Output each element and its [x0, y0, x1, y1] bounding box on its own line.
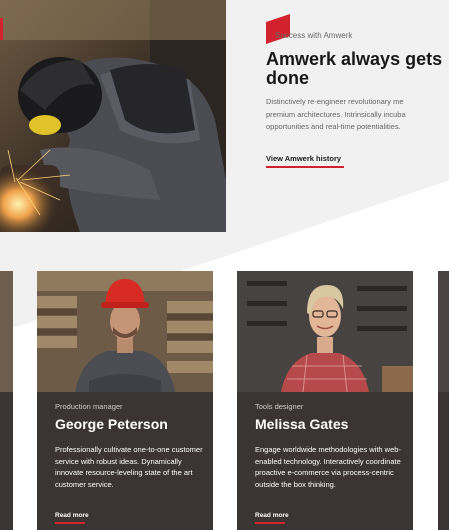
card-description: Engage worldwide methodologies with web-… [255, 445, 401, 490]
hero-body: Distinctively re-engineer revolutionary … [266, 96, 449, 134]
team-card-partial-left [0, 271, 13, 530]
card-name: George Peterson [55, 416, 168, 432]
hero-eyebrow: Success with Amwerk [275, 31, 353, 40]
team-card-george: Production manager George Peterson Profe… [37, 271, 213, 530]
hero-body-line: Distinctively re-engineer revolutionary … [266, 97, 404, 106]
george-photo [37, 271, 213, 392]
team-card-partial-right [438, 271, 449, 530]
read-more-link[interactable]: Read more [255, 512, 289, 519]
card-role: Tools designer [255, 402, 304, 411]
card-description: Professionally cultivate one-to-one cust… [55, 445, 203, 490]
team-card-partial-photo [438, 271, 449, 392]
team-card-melissa: Tools designer Melissa Gates Engage worl… [237, 271, 413, 530]
read-more-underline [255, 522, 285, 524]
hero-welder-image [0, 0, 226, 232]
history-link-underline [266, 166, 344, 168]
melissa-photo [237, 271, 413, 392]
read-more-underline [55, 522, 85, 524]
hero-title: Amwerk always gets done [266, 50, 449, 88]
team-card-partial-photo [0, 271, 13, 392]
card-role: Production manager [55, 402, 123, 411]
hero-body-line: opportunities and real-time potentialiti… [266, 122, 401, 131]
hero-body-line: premium architectures. Intrinsically inc… [266, 109, 406, 119]
history-link[interactable]: View Amwerk history [266, 154, 341, 163]
read-more-link[interactable]: Read more [55, 512, 89, 519]
hero-title-line-1: Amwerk always gets [266, 49, 443, 69]
card-name: Melissa Gates [255, 416, 349, 432]
hero-title-line-2: done [266, 68, 309, 88]
